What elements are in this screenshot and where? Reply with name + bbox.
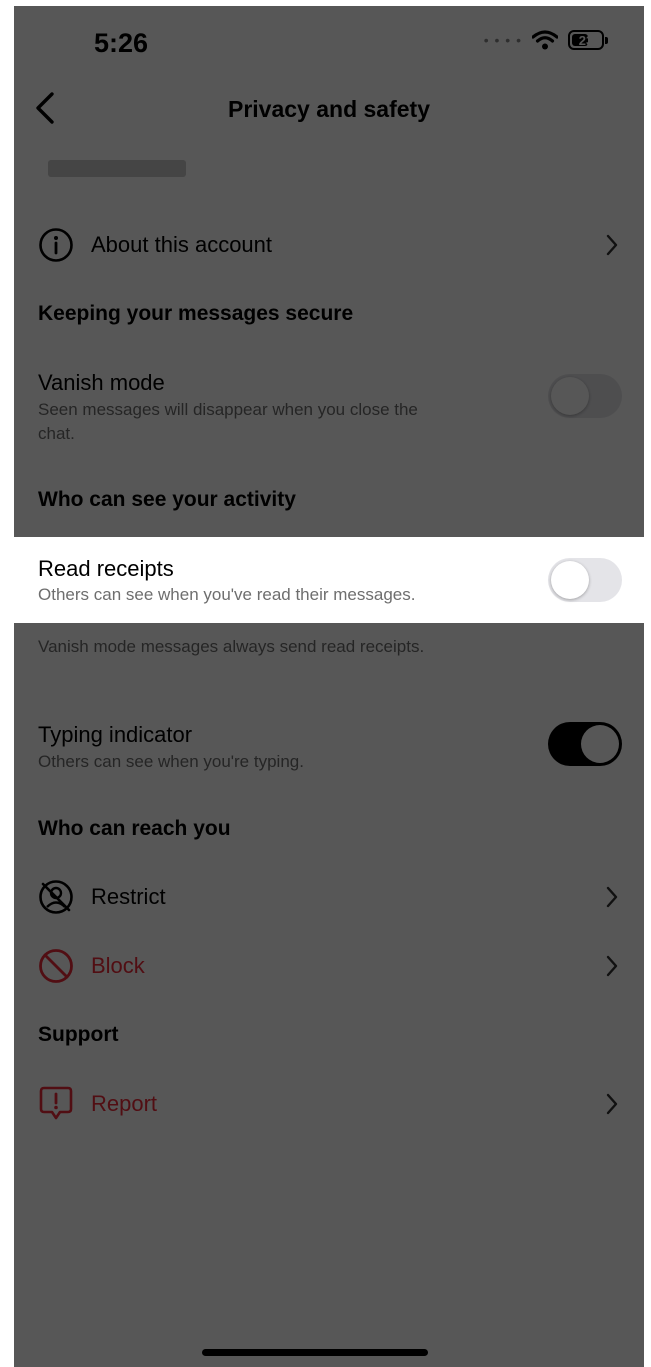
read-receipts-toggle[interactable] [548,558,622,602]
section-heading-activity: Who can see your activity [38,488,296,511]
section-heading-support: Support [38,1023,119,1046]
typing-indicator-label: Typing indicator [38,722,193,747]
vanish-mode-label: Vanish mode [38,370,165,395]
chevron-right-icon [606,955,618,977]
report-row[interactable]: Report [14,1079,644,1129]
report-label: Report [91,1091,158,1116]
vanish-mode-description: Seen messages will disappear when you cl… [38,400,418,443]
phone-screen: 5:26 • • • • 23 Privacy and safety About… [14,6,644,1367]
restrict-icon [39,880,73,914]
report-icon [39,1086,73,1120]
info-icon [39,228,73,262]
block-icon [39,949,73,983]
wifi-icon [532,30,558,50]
home-indicator[interactable] [202,1349,428,1356]
vanish-mode-row: Vanish mode Seen messages will disappear… [14,366,644,446]
chevron-right-icon [606,1093,618,1115]
read-receipts-description: Others can see when you've read their me… [38,585,416,604]
status-time: 5:26 [94,28,149,58]
read-receipts-footnote: Vanish mode messages always send read re… [38,637,425,656]
signal-icon: • • • • [483,32,522,48]
page-title: Privacy and safety [227,96,430,122]
read-receipts-label: Read receipts [38,556,174,581]
section-heading-reach: Who can reach you [38,817,231,840]
read-receipts-row: Read receipts Others can see when you've… [14,537,644,623]
battery-level: 23 [578,32,594,48]
about-account-row[interactable]: About this account [14,220,644,270]
status-indicators: • • • • 23 [483,30,608,50]
dim-overlay [14,6,644,1367]
about-account-label: About this account [91,232,273,257]
typing-indicator-description: Others can see when you're typing. [38,752,304,771]
vanish-mode-toggle[interactable] [548,374,622,418]
typing-indicator-toggle[interactable] [548,722,622,766]
restrict-label: Restrict [91,884,166,909]
account-name-redacted [48,160,186,177]
section-heading-secure: Keeping your messages secure [38,302,354,325]
block-row[interactable]: Block [14,941,644,991]
typing-indicator-row: Typing indicator Others can see when you… [14,716,644,776]
chevron-right-icon [606,234,618,256]
restrict-row[interactable]: Restrict [14,872,644,922]
battery-icon: 23 [568,30,608,50]
block-label: Block [91,953,145,978]
chevron-right-icon [606,886,618,908]
